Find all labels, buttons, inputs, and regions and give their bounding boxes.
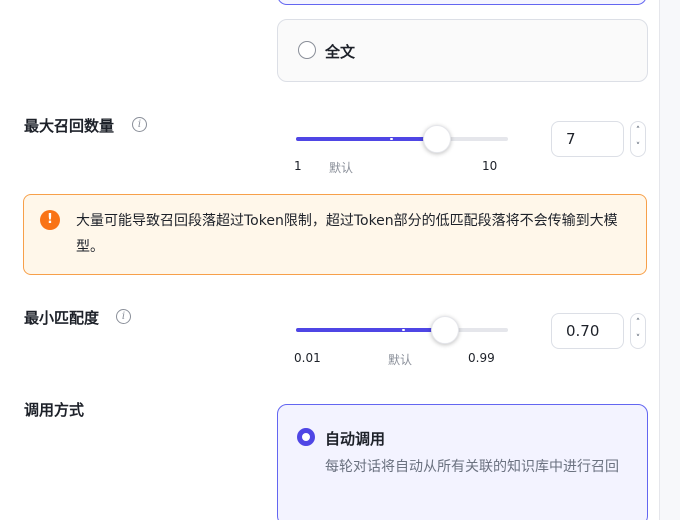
fulltext-option-card[interactable]: 全文 <box>277 19 648 82</box>
warning-text: 大量可能导致召回段落超过Token限制，超过Token部分的低匹配段落将不会传输… <box>76 213 618 255</box>
fulltext-label: 全文 <box>325 43 356 61</box>
auto-call-title: 自动调用 <box>325 430 386 448</box>
scrollbar[interactable] <box>660 0 680 520</box>
min-match-stepper[interactable]: ˄ ˅ <box>630 313 646 349</box>
min-match-slider-fill <box>296 328 445 332</box>
max-recall-label: 最大召回数量 <box>24 117 115 135</box>
auto-call-option-card[interactable]: 自动调用 每轮对话将自动从所有关联的知识库中进行召回 <box>277 404 648 520</box>
max-recall-slider-handle[interactable] <box>423 125 451 153</box>
fulltext-radio[interactable] <box>298 41 316 59</box>
info-icon[interactable]: i <box>116 309 131 324</box>
max-recall-stepper[interactable]: ˄ ˅ <box>630 121 646 157</box>
recall-option-card-selected[interactable] <box>277 0 647 5</box>
info-icon[interactable]: i <box>132 117 147 132</box>
max-recall-slider-track[interactable] <box>296 137 508 141</box>
auto-call-radio[interactable] <box>297 428 315 446</box>
min-match-slider-track[interactable] <box>296 328 508 332</box>
auto-call-description: 每轮对话将自动从所有关联的知识库中进行召回 <box>325 459 619 475</box>
chevron-down-icon[interactable]: ˅ <box>631 334 645 344</box>
settings-panel: 全文 最大召回数量 i 1 默认 10 7 ˄ ˅ ! 大量可能导致召回段落超过… <box>0 0 660 520</box>
warning-icon: ! <box>40 210 60 230</box>
min-match-default-marker <box>402 329 405 331</box>
max-recall-input[interactable]: 7 <box>551 121 624 157</box>
min-match-min-label: 0.01 <box>294 351 321 365</box>
token-limit-warning: ! 大量可能导致召回段落超过Token限制，超过Token部分的低匹配段落将不会… <box>23 194 647 275</box>
max-recall-default-marker <box>390 138 393 140</box>
chevron-up-icon[interactable]: ˄ <box>631 318 645 328</box>
min-match-label: 最小匹配度 <box>24 309 100 327</box>
min-match-slider-handle[interactable] <box>431 316 459 344</box>
max-recall-max-label: 10 <box>482 159 498 173</box>
chevron-down-icon[interactable]: ˅ <box>631 142 645 152</box>
max-recall-slider-fill <box>296 137 437 141</box>
call-mode-label: 调用方式 <box>24 401 85 419</box>
max-recall-min-label: 1 <box>294 159 302 173</box>
min-match-input[interactable]: 0.70 <box>551 313 624 349</box>
min-match-default-label: 默认 <box>388 353 413 367</box>
max-recall-default-label: 默认 <box>329 161 354 175</box>
chevron-up-icon[interactable]: ˄ <box>631 126 645 136</box>
min-match-max-label: 0.99 <box>468 351 495 365</box>
